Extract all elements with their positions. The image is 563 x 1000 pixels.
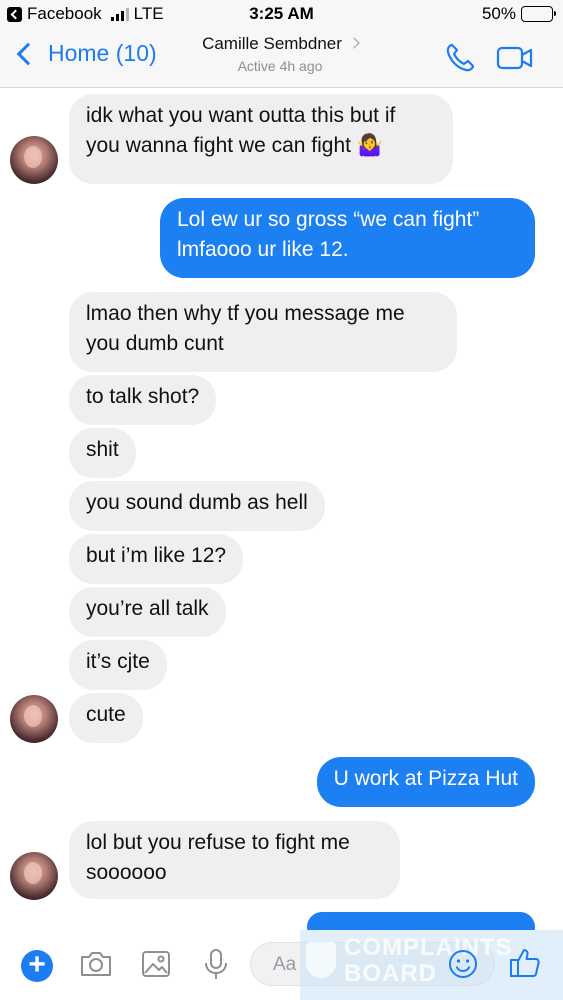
message-line: lmfaooo ur like 12. <box>177 238 349 261</box>
message-line: cute <box>86 703 126 726</box>
message-line: you dumb cunt <box>86 332 224 355</box>
emoji-icon[interactable] <box>447 948 479 980</box>
plus-icon[interactable]: + <box>21 950 53 982</box>
message-line: but i’m like 12? <box>86 544 227 567</box>
message-line: U work at Pizza Hut <box>333 767 518 790</box>
message-line: idk what you want outta this but if <box>86 104 396 127</box>
message-bubble-incoming[interactable]: idk what you want outta this but if you … <box>69 94 453 184</box>
contact-active-status: Active 4h ago <box>237 58 323 74</box>
contact-name: Camille Sembdner <box>202 34 342 53</box>
message-input-placeholder: Aa <box>273 954 297 975</box>
back-button-label: Home (10) <box>48 40 157 66</box>
composer-bar: + Aa COMPLAINTS BOARD <box>0 930 563 1000</box>
message-bubble-outgoing[interactable]: U work at Pizza Hut <box>316 757 535 807</box>
message-bubble-outgoing[interactable]: Lol ew ur so gross “we can fight” lmfaoo… <box>160 198 535 278</box>
message-line: lol but you refuse to fight me <box>86 831 350 854</box>
status-bar: Facebook LTE 3:25 AM 50% <box>0 0 563 28</box>
message-bubble-incoming[interactable]: you’re all talk <box>69 587 226 637</box>
conversation-header: Home (10) Camille Sembdner Active 4h ago <box>0 28 563 88</box>
video-camera-icon[interactable] <box>496 44 534 72</box>
message-bubble-incoming[interactable]: cute <box>69 693 143 743</box>
message-line: shit <box>86 438 119 461</box>
battery-percent: 50% <box>481 4 516 23</box>
message-line: to talk shot? <box>86 385 200 408</box>
message-line: you wanna fight we can fight 🤷‍♀️ <box>86 134 383 157</box>
camera-icon[interactable] <box>78 946 114 982</box>
contact-avatar[interactable] <box>10 695 58 743</box>
contact-name-row: Camille Sembdner <box>190 34 370 54</box>
message-line: you sound dumb as hell <box>86 491 308 514</box>
status-time: 3:25 AM <box>249 4 314 23</box>
microphone-icon[interactable] <box>198 946 234 982</box>
battery-icon <box>521 6 556 22</box>
contact-info[interactable]: Camille Sembdner Active 4h ago <box>190 34 370 74</box>
thumbs-up-icon[interactable] <box>508 946 542 980</box>
message-bubble-incoming[interactable]: lol but you refuse to fight me soooooo <box>69 821 400 899</box>
phone-icon[interactable] <box>444 42 476 74</box>
photo-icon[interactable] <box>138 946 174 982</box>
message-bubble-incoming[interactable]: to talk shot? <box>69 375 217 425</box>
message-line: soooooo <box>86 861 167 884</box>
message-line: lmao then why tf you message me <box>86 302 405 325</box>
message-bubble-incoming[interactable]: it’s cjte <box>69 640 167 690</box>
contact-avatar[interactable] <box>10 136 58 184</box>
status-right: 50% <box>481 4 556 24</box>
message-line: Lol ew ur so gross “we can fight” <box>177 208 480 231</box>
contact-avatar[interactable] <box>10 852 58 900</box>
message-line: it’s cjte <box>86 650 150 673</box>
message-line: you’re all talk <box>86 597 209 620</box>
chevron-right-icon <box>348 37 360 49</box>
message-bubble-incoming[interactable]: lmao then why tf you message me you dumb… <box>69 292 457 372</box>
chevron-left-icon <box>16 42 40 65</box>
message-bubble-incoming[interactable]: but i’m like 12? <box>69 534 244 584</box>
home-back-button[interactable]: Home (10) <box>14 40 157 67</box>
message-bubble-incoming[interactable]: shit <box>69 428 136 478</box>
message-bubble-incoming[interactable]: you sound dumb as hell <box>69 481 325 531</box>
